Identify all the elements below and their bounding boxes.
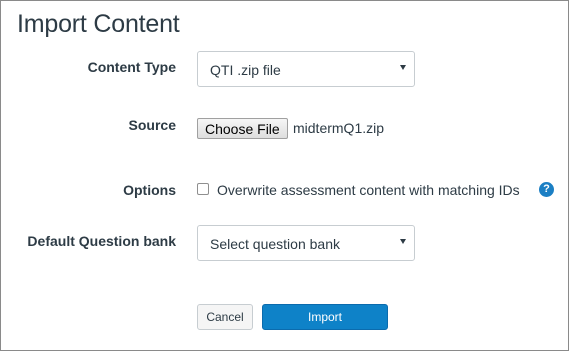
question-circle-icon[interactable]: ? bbox=[539, 182, 554, 197]
cancel-button[interactable]: Cancel bbox=[197, 304, 253, 330]
source-label: Source bbox=[128, 117, 176, 133]
question-bank-label: Default Question bank bbox=[27, 233, 176, 249]
content-type-label: Content Type bbox=[87, 59, 176, 75]
selected-file-name: midtermQ1.zip bbox=[293, 120, 385, 136]
import-button[interactable]: Import bbox=[262, 304, 388, 330]
content-type-value: QTI .zip file bbox=[210, 62, 281, 78]
chevron-down-icon bbox=[400, 65, 406, 70]
import-content-dialog: Import Content Content Type QTI .zip fil… bbox=[0, 0, 569, 351]
options-label: Options bbox=[123, 182, 176, 198]
choose-file-button[interactable]: Choose File bbox=[197, 118, 288, 139]
question-bank-value: Select question bank bbox=[210, 236, 340, 252]
chevron-down-icon bbox=[400, 239, 406, 244]
page-title: Import Content bbox=[17, 10, 180, 38]
overwrite-checkbox-label[interactable]: Overwrite assessment content with matchi… bbox=[217, 182, 520, 198]
question-bank-select[interactable]: Select question bank bbox=[197, 225, 415, 261]
overwrite-checkbox[interactable] bbox=[197, 183, 209, 195]
content-type-select[interactable]: QTI .zip file bbox=[197, 51, 415, 87]
